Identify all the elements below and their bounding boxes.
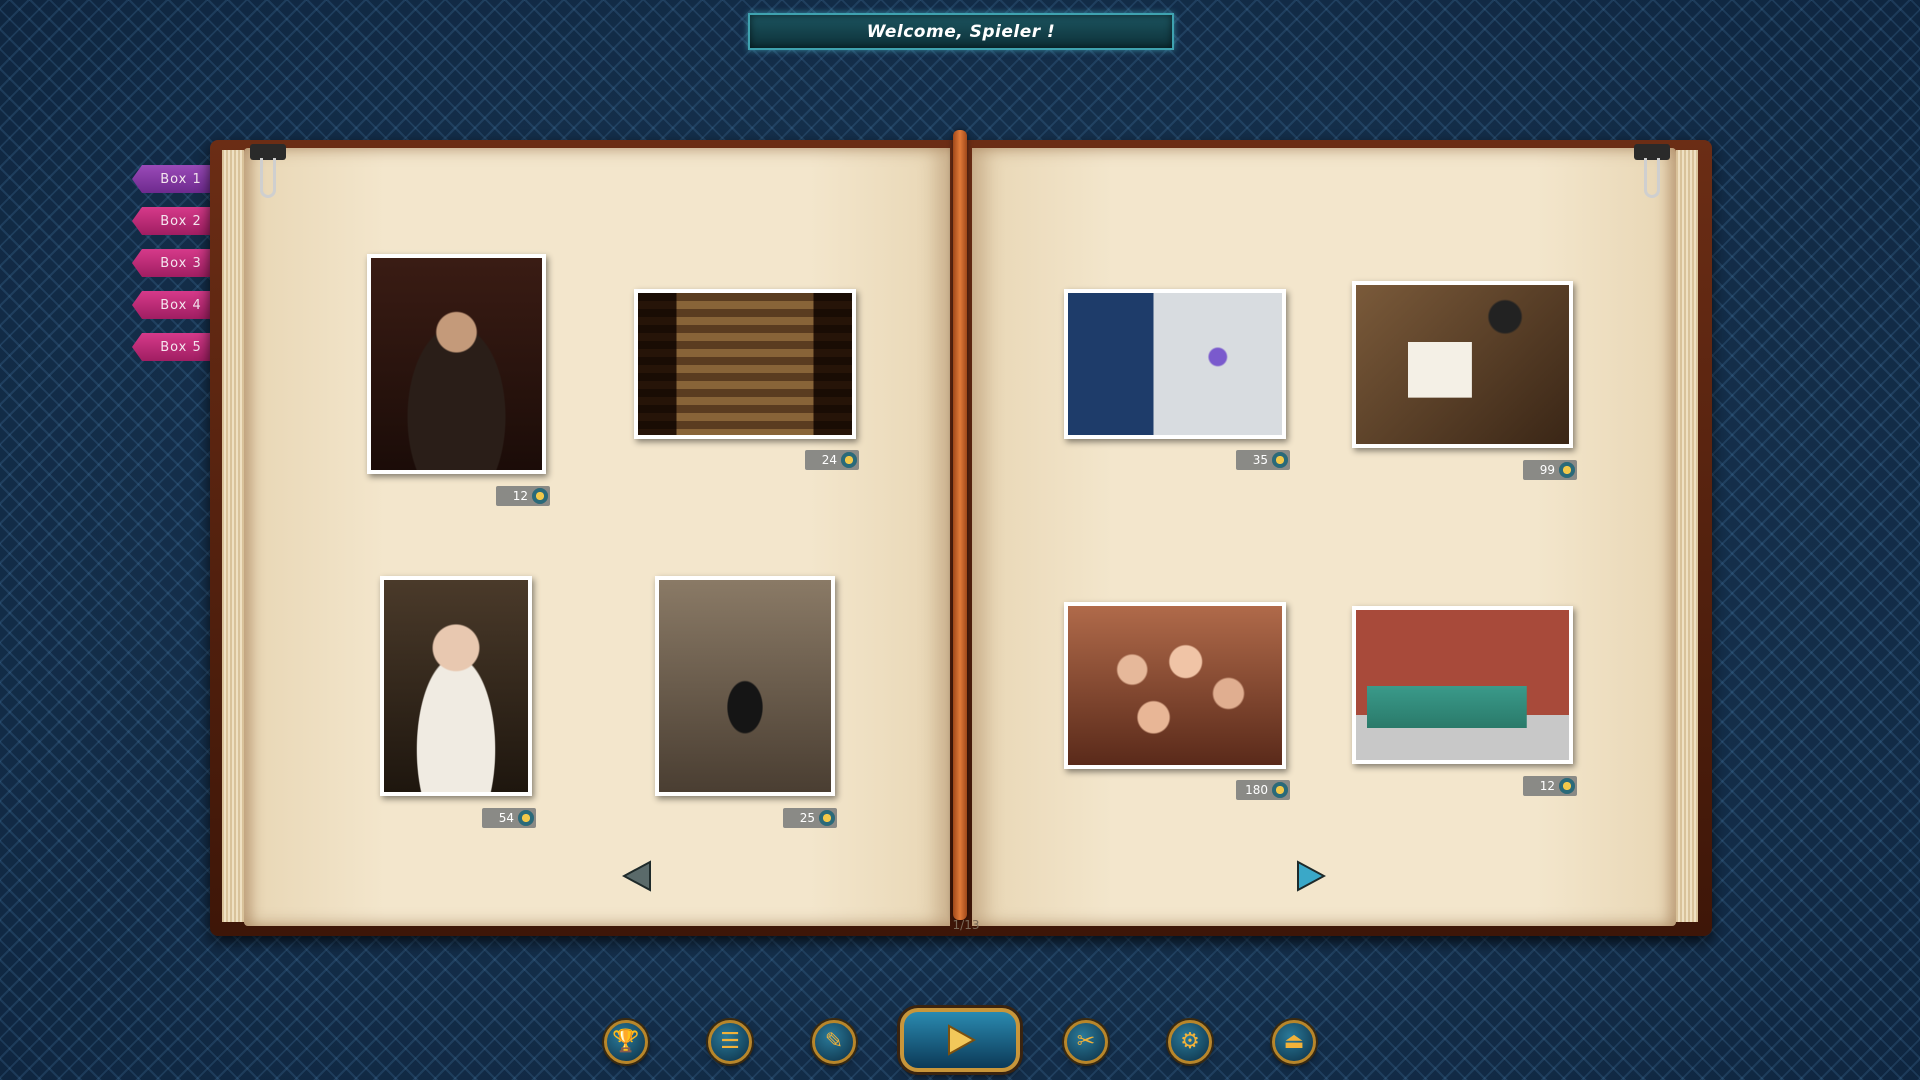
puzzle-thumbnail-man-with-cap[interactable] xyxy=(367,254,546,474)
price-value: 12 xyxy=(1539,779,1555,793)
puzzle-thumbnail-desk-camera[interactable] xyxy=(1352,281,1573,448)
welcome-text: Welcome, Spieler ! xyxy=(866,21,1056,42)
trophy-button[interactable]: 🏆 xyxy=(604,1020,648,1064)
price-value: 54 xyxy=(498,811,514,825)
puzzle-price: 24 xyxy=(805,450,859,470)
puzzle-price: 35 xyxy=(1236,450,1290,470)
box-tab-label: Box 3 xyxy=(160,255,202,271)
box-tab-label: Box 5 xyxy=(160,339,202,355)
price-value: 24 xyxy=(821,453,837,467)
puzzle-price: 25 xyxy=(783,808,837,828)
puzzle-thumbnail-green-car[interactable] xyxy=(1352,606,1573,764)
play-icon xyxy=(948,1024,977,1056)
puzzle-thumbnail-bookshop[interactable] xyxy=(634,289,856,439)
binder-clip-icon xyxy=(1634,144,1670,200)
puzzle-thumbnail-doll-heads[interactable] xyxy=(1064,602,1286,769)
puzzle-image xyxy=(659,580,831,792)
puzzle-price: 12 xyxy=(1523,776,1577,796)
price-value: 12 xyxy=(512,489,528,503)
page-indicator: 1/13 xyxy=(952,918,980,932)
puzzle-price: 180 xyxy=(1236,780,1290,800)
puzzle-image xyxy=(638,293,852,435)
puzzle-thumbnail-scientist[interactable] xyxy=(1064,289,1286,439)
previous-page-button[interactable] xyxy=(621,860,652,892)
next-page-button[interactable] xyxy=(1296,860,1327,892)
coin-icon xyxy=(841,452,857,468)
coin-icon xyxy=(518,810,534,826)
puzzle-thumbnail-man-with-dog[interactable] xyxy=(655,576,835,796)
page-edge-left xyxy=(222,150,244,922)
exit-icon: ⏏ xyxy=(1283,1029,1305,1054)
puzzle-edit-icon: ✎ xyxy=(824,1029,844,1054)
puzzle-image xyxy=(1356,285,1569,444)
coin-icon xyxy=(1272,782,1288,798)
play-button[interactable] xyxy=(900,1008,1020,1072)
puzzle-image xyxy=(1356,610,1569,760)
box-tab-label: Box 2 xyxy=(160,213,202,229)
coin-icon xyxy=(1272,452,1288,468)
arrow-left-icon xyxy=(621,860,651,892)
puzzle-image xyxy=(1068,606,1282,765)
coin-icon xyxy=(532,488,548,504)
puzzle-image xyxy=(1068,293,1282,435)
box-tab-label: Box 4 xyxy=(160,297,202,313)
puzzle-thumbnail-woman-with-key[interactable] xyxy=(380,576,532,796)
coin-icon xyxy=(1559,778,1575,794)
exit-button[interactable]: ⏏ xyxy=(1272,1020,1316,1064)
list-icon: ☰ xyxy=(720,1029,740,1054)
price-value: 180 xyxy=(1245,783,1268,797)
settings-button[interactable]: ⚙ xyxy=(1168,1020,1212,1064)
trophy-icon: 🏆 xyxy=(612,1029,640,1054)
scissors-button[interactable]: ✂ xyxy=(1064,1020,1108,1064)
puzzle-price: 99 xyxy=(1523,460,1577,480)
price-value: 99 xyxy=(1539,463,1555,477)
left-page xyxy=(244,148,950,926)
puzzle-image xyxy=(371,258,542,470)
right-page xyxy=(972,148,1676,926)
page-edge-right xyxy=(1676,150,1698,922)
puzzle-edit-button[interactable]: ✎ xyxy=(812,1020,856,1064)
coin-icon xyxy=(1559,462,1575,478)
list-button[interactable]: ☰ xyxy=(708,1020,752,1064)
arrow-right-icon xyxy=(1297,860,1327,892)
book-spine xyxy=(953,130,967,920)
welcome-banner: Welcome, Spieler ! xyxy=(748,13,1174,50)
box-tab-label: Box 1 xyxy=(160,171,202,187)
scissors-icon: ✂ xyxy=(1076,1029,1096,1054)
binder-clip-icon xyxy=(250,144,286,200)
puzzle-image xyxy=(384,580,528,792)
gear-icon: ⚙ xyxy=(1180,1029,1200,1054)
puzzle-price: 54 xyxy=(482,808,536,828)
price-value: 35 xyxy=(1252,453,1268,467)
coin-icon xyxy=(819,810,835,826)
price-value: 25 xyxy=(799,811,815,825)
puzzle-price: 12 xyxy=(496,486,550,506)
